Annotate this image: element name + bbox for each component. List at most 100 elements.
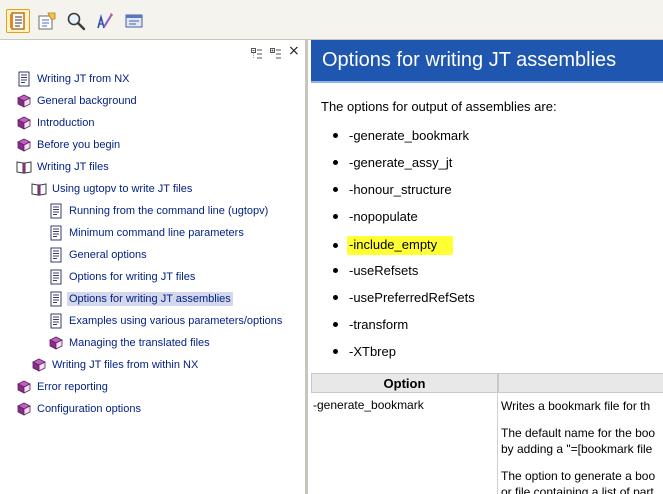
tree-item-label: Options for writing JT files [69, 271, 196, 283]
bullet-icon [333, 160, 338, 165]
tree-item-label: Before you begin [37, 139, 121, 151]
index-tab-button[interactable] [35, 9, 59, 33]
option-list-item: -honour_structure [333, 182, 452, 197]
tree-item-label: General options [69, 249, 147, 261]
tree-item-label: Running from the command line (ugtopv) [69, 205, 269, 217]
table-cell-description-line: by adding a "=[bookmark file [501, 442, 653, 456]
table-cell-description-line: Writes a bookmark file for th [501, 399, 651, 413]
tree-item-label: General background [37, 95, 137, 107]
topic-page-icon [48, 313, 64, 329]
tree-item[interactable]: Writing JT files from within NX [31, 355, 200, 375]
close-pane-button[interactable]: × [288, 43, 300, 59]
tree-item-label: Writing JT files [37, 161, 109, 173]
table-header-description [498, 373, 663, 393]
tree-item[interactable]: Examples using various parameters/option… [48, 311, 284, 331]
table-cell-description-line: The default name for the boo [501, 426, 656, 440]
tree-item[interactable]: Managing the translated files [48, 333, 212, 353]
mail-button[interactable] [122, 9, 146, 33]
closed-book-icon [31, 357, 47, 373]
help-toolbar [0, 0, 663, 40]
option-text: -generate_bookmark [349, 128, 469, 143]
bullet-icon [333, 322, 338, 327]
topic-page-icon [48, 203, 64, 219]
tree-item[interactable]: Configuration options [16, 399, 143, 419]
tree-item[interactable]: Introduction [16, 113, 96, 133]
tree-item[interactable]: Minimum command line parameters [48, 223, 246, 243]
collapse-tree-icon [251, 48, 262, 59]
tree-item[interactable]: Options for writing JT files [48, 267, 197, 287]
option-text: -usePreferredRefSets [349, 290, 475, 305]
tree-item-label: Examples using various parameters/option… [69, 315, 283, 327]
option-text: -transform [349, 317, 409, 332]
tree-item[interactable]: Writing JT files [16, 157, 111, 177]
expand-tree-icon [270, 48, 281, 59]
bullet-icon [333, 187, 338, 192]
table-cell-description-line: or file containing a list of part [501, 485, 654, 494]
closed-book-icon [16, 93, 32, 109]
tree-item-label: Writing JT from NX [37, 73, 130, 85]
closed-book-icon [48, 335, 64, 351]
table-cell-description-line: The option to generate a boo [501, 469, 656, 483]
topic-page-icon [48, 247, 64, 263]
tree-item-label: Managing the translated files [69, 337, 210, 349]
expand-tree-button[interactable] [270, 47, 282, 59]
option-text: -generate_assy_jt [349, 155, 453, 170]
option-list-item: -include_empty [333, 236, 454, 255]
bullet-icon [333, 349, 338, 354]
tree-item[interactable]: General options [48, 245, 149, 265]
tree-item-label: Error reporting [37, 381, 108, 393]
option-list-item: -nopopulate [333, 209, 418, 224]
topic-page-icon [48, 225, 64, 241]
tree-item[interactable]: Using ugtopv to write JT files [31, 179, 194, 199]
open-book-icon [16, 159, 32, 175]
option-list-item: -generate_bookmark [333, 128, 469, 143]
topic-page-icon [48, 291, 64, 307]
glossary-tab-button[interactable] [93, 9, 117, 33]
closed-book-icon [16, 137, 32, 153]
tree-item-label: Writing JT files from within NX [52, 359, 199, 371]
table-column-divider [497, 393, 498, 494]
page-title: Options for writing JT assemblies [322, 49, 617, 71]
tree-item[interactable]: Writing JT from NX [16, 69, 132, 89]
option-list-item: -generate_assy_jt [333, 155, 452, 170]
closed-book-icon [16, 115, 32, 131]
closed-book-icon [16, 401, 32, 417]
option-text: -useRefsets [349, 263, 419, 278]
bullet-icon [333, 268, 338, 273]
contents-pane: × Writing JT from NX General background In… [0, 40, 308, 494]
bullet-icon [333, 133, 338, 138]
search-tab-icon [67, 12, 86, 31]
option-text: -nopopulate [349, 209, 418, 224]
contents-tab-icon [10, 12, 25, 30]
index-tab-icon [38, 12, 56, 30]
bullet-icon [333, 243, 338, 248]
tree-item-label: Minimum command line parameters [69, 227, 244, 239]
contents-tab-button[interactable] [6, 9, 30, 33]
tree-item[interactable]: Error reporting [16, 377, 110, 397]
option-list-item: -useRefsets [333, 263, 418, 278]
topic-title-bar: Options for writing JT assemblies [311, 40, 663, 83]
topic-pane: Options for writing JT assemblies The op… [311, 40, 663, 494]
tree-item-label: Introduction [37, 117, 95, 129]
search-tab-button[interactable] [64, 9, 88, 33]
tree-item[interactable]: Before you begin [16, 135, 122, 155]
topic-page-icon [48, 269, 64, 285]
intro-text: The options for output of assemblies are… [321, 99, 557, 114]
tree-item[interactable]: General background [16, 91, 139, 111]
highlighted-option-text: -include_empty [347, 236, 454, 255]
option-text: -honour_structure [349, 182, 452, 197]
open-book-icon [31, 181, 47, 197]
option-list-item: -usePreferredRefSets [333, 290, 475, 305]
bullet-icon [333, 214, 338, 219]
topic-page-icon [16, 71, 32, 87]
option-text: -XTbrep [349, 344, 396, 359]
table-header-option: Option [311, 373, 498, 393]
tree-item[interactable]: Options for writing JT assemblies [48, 289, 233, 309]
closed-book-icon [16, 379, 32, 395]
tree-item[interactable]: Running from the command line (ugtopv) [48, 201, 270, 221]
tree-item-label: Options for writing JT assemblies [67, 292, 233, 306]
collapse-tree-button[interactable] [251, 47, 263, 59]
glossary-tab-icon [97, 13, 113, 29]
mail-icon [125, 14, 143, 28]
tree-item-label: Using ugtopv to write JT files [52, 183, 193, 195]
